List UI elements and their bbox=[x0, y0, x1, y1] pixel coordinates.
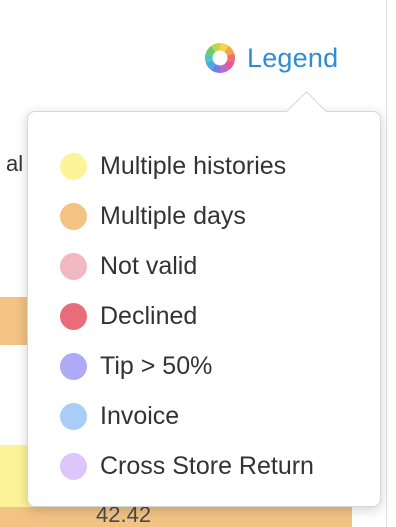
legend-color-swatch bbox=[60, 152, 87, 180]
legend-item-label: Cross Store Return bbox=[100, 451, 314, 480]
legend-color-swatch bbox=[60, 352, 87, 380]
legend-color-swatch bbox=[60, 302, 87, 330]
legend-color-swatch bbox=[60, 452, 87, 480]
legend-item-label: Invoice bbox=[100, 401, 180, 430]
legend-item: Invoice bbox=[60, 391, 314, 441]
table-row-multiple-days[interactable] bbox=[0, 507, 352, 527]
legend-item-label: Tip > 50% bbox=[100, 351, 213, 380]
page: al 42.42 Legend Multiple histories Multip… bbox=[0, 0, 396, 527]
legend-item-label: Not valid bbox=[100, 251, 198, 280]
legend-list: Multiple histories Multiple days Not valid… bbox=[60, 141, 314, 491]
legend-item-label: Declined bbox=[100, 301, 198, 330]
legend-color-swatch bbox=[60, 202, 87, 230]
legend-item: Not valid bbox=[60, 241, 314, 291]
legend-toggle-button[interactable]: Legend bbox=[203, 40, 338, 76]
legend-item-label: Multiple days bbox=[100, 201, 246, 230]
legend-item: Multiple days bbox=[60, 191, 314, 241]
legend-color-swatch bbox=[60, 402, 87, 430]
legend-popover: Multiple histories Multiple days Not valid… bbox=[27, 90, 381, 507]
legend-item: Tip > 50% bbox=[60, 341, 314, 391]
legend-item: Declined bbox=[60, 291, 314, 341]
color-wheel-icon bbox=[205, 43, 235, 73]
panel-divider bbox=[386, 0, 387, 527]
column-header-label: al bbox=[6, 151, 24, 176]
legend-item: Multiple histories bbox=[60, 141, 314, 191]
legend-toggle-label: Legend bbox=[247, 42, 339, 73]
legend-item-label: Multiple histories bbox=[100, 151, 287, 180]
legend-item: Cross Store Return bbox=[60, 441, 314, 491]
legend-color-swatch bbox=[60, 252, 87, 280]
